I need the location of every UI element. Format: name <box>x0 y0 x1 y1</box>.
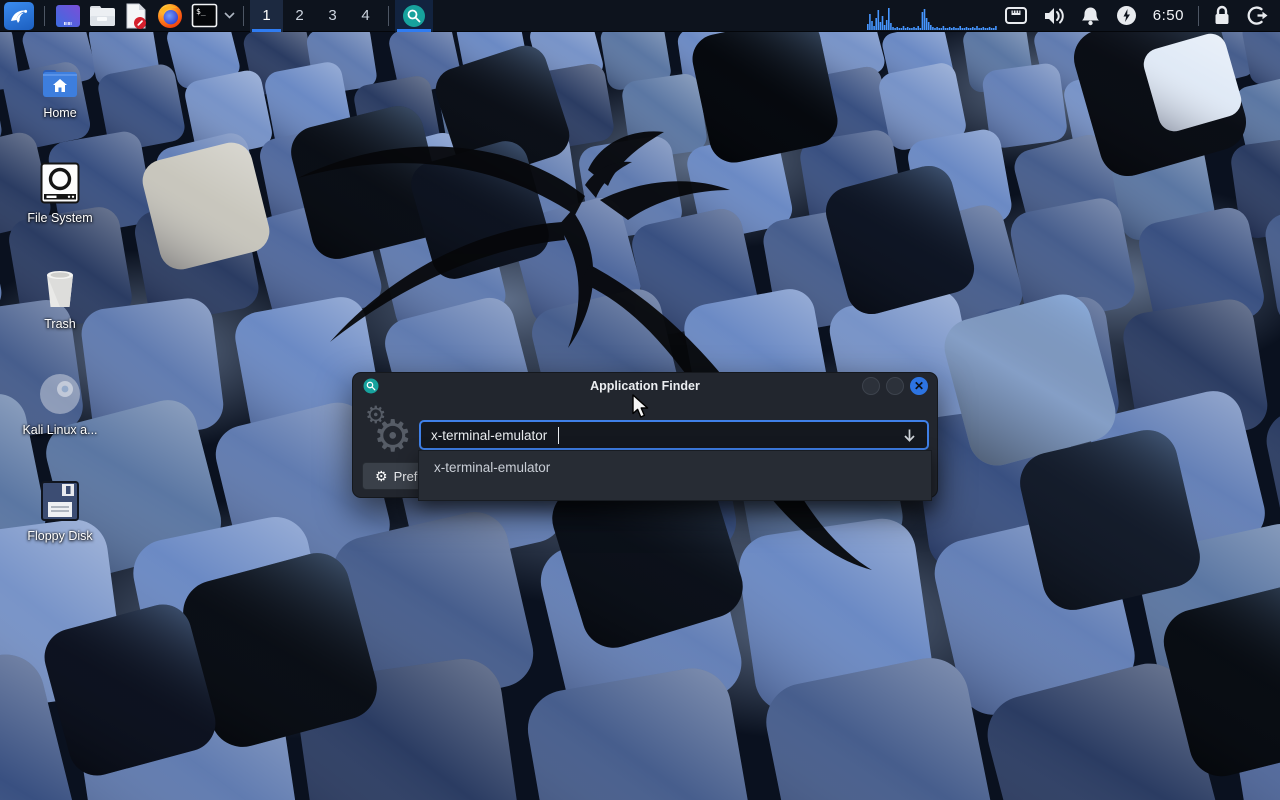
terminal-app-icon <box>54 3 82 29</box>
desktop-icon-file-system[interactable]: File System <box>12 160 108 225</box>
power-lightning-icon <box>1116 5 1137 26</box>
file-manager-icon <box>88 4 116 28</box>
mouse-cursor <box>632 394 654 420</box>
desktop-icon-trash[interactable]: Trash <box>12 266 108 331</box>
trash-icon <box>40 268 80 310</box>
desktop-label: Home <box>43 106 76 120</box>
workspace-1-button[interactable]: 1 <box>250 0 283 32</box>
desktop-label: Kali Linux a... <box>22 423 97 437</box>
logout-button[interactable] <box>1239 0 1280 32</box>
workspace-2-button[interactable]: 2 <box>283 0 316 32</box>
kali-logo-icon <box>4 2 34 30</box>
search-results-dropdown: x-terminal-emulator <box>418 450 932 501</box>
desktop-label: Trash <box>44 317 76 331</box>
firefox-launcher[interactable] <box>153 0 187 32</box>
desktop-icon-floppy-disk[interactable]: Floppy Disk <box>12 478 108 543</box>
text-editor-icon <box>123 2 149 30</box>
active-workspace-underline <box>252 29 281 32</box>
run-gears-icon: ⚙⚙ <box>359 401 417 463</box>
panel-separator <box>388 6 389 26</box>
terminal-glyph-icon: $_ <box>191 3 218 28</box>
notifications-applet-button[interactable] <box>1073 0 1108 32</box>
network-wired-icon <box>1005 7 1027 24</box>
terminal-app-launcher[interactable] <box>51 0 85 32</box>
lock-screen-button[interactable] <box>1205 0 1239 32</box>
volume-applet-button[interactable] <box>1035 0 1073 32</box>
x-terminal-emulator-launcher[interactable]: $_ <box>187 0 221 32</box>
launcher-dropdown-button[interactable] <box>221 0 237 32</box>
close-button[interactable]: ✕ <box>910 377 928 395</box>
search-input-value: x-terminal-emulator <box>431 428 547 443</box>
result-item[interactable]: x-terminal-emulator <box>419 451 931 484</box>
search-icon <box>402 4 426 28</box>
arrow-down-icon <box>902 428 917 443</box>
clock[interactable]: 6:50 <box>1145 7 1192 24</box>
firefox-icon <box>156 2 184 30</box>
floppy-disk-icon <box>40 480 80 522</box>
panel-separator <box>243 6 244 26</box>
application-finder-window: Application Finder ✕ ⚙⚙ x-terminal-emula… <box>352 372 938 498</box>
file-manager-launcher[interactable] <box>85 0 119 32</box>
top-panel: $_ 1 2 3 4 <box>0 0 1280 32</box>
entry-dropdown-button[interactable] <box>902 428 917 443</box>
application-finder-panel-button[interactable] <box>395 0 433 32</box>
workspace-1-label: 1 <box>262 7 270 24</box>
workspace-3-button[interactable]: 3 <box>316 0 349 32</box>
maximize-button[interactable] <box>886 377 904 395</box>
panel-separator <box>1198 6 1199 26</box>
power-manager-applet-button[interactable] <box>1108 0 1145 32</box>
close-icon: ✕ <box>914 380 924 392</box>
applications-menu-button[interactable] <box>0 0 38 32</box>
kali-linux-faded-icon <box>38 372 82 416</box>
window-title: Application Finder <box>353 379 937 393</box>
bell-icon <box>1081 6 1100 26</box>
search-input[interactable]: x-terminal-emulator <box>419 420 929 450</box>
gear-icon: ⚙ <box>375 468 388 485</box>
text-caret <box>558 427 559 444</box>
network-applet-button[interactable] <box>997 0 1035 32</box>
chevron-down-icon <box>224 12 235 19</box>
workspace-4-button[interactable]: 4 <box>349 0 382 32</box>
active-underline <box>397 29 431 32</box>
home-folder-icon <box>41 67 79 99</box>
desktop-icon-kali-linux[interactable]: Kali Linux a... <box>12 372 108 437</box>
file-system-drive-icon <box>40 162 80 204</box>
panel-separator <box>44 6 45 26</box>
volume-icon <box>1043 6 1065 26</box>
appfinder-window-icon <box>363 378 379 394</box>
desktop-icon-home[interactable]: Home <box>12 55 108 120</box>
system-tray: 6:50 <box>867 0 1280 32</box>
workspace-4-label: 4 <box>361 7 369 24</box>
workspace-3-label: 3 <box>328 7 336 24</box>
network-monitor-graph[interactable] <box>867 0 997 32</box>
logout-icon <box>1247 5 1268 26</box>
desktop-label: Floppy Disk <box>27 529 92 543</box>
desktop-label: File System <box>27 211 92 225</box>
lock-icon <box>1213 5 1231 26</box>
svg-text:$_: $_ <box>196 7 206 16</box>
minimize-button[interactable] <box>862 377 880 395</box>
workspace-2-label: 2 <box>295 7 303 24</box>
text-editor-launcher[interactable] <box>119 0 153 32</box>
